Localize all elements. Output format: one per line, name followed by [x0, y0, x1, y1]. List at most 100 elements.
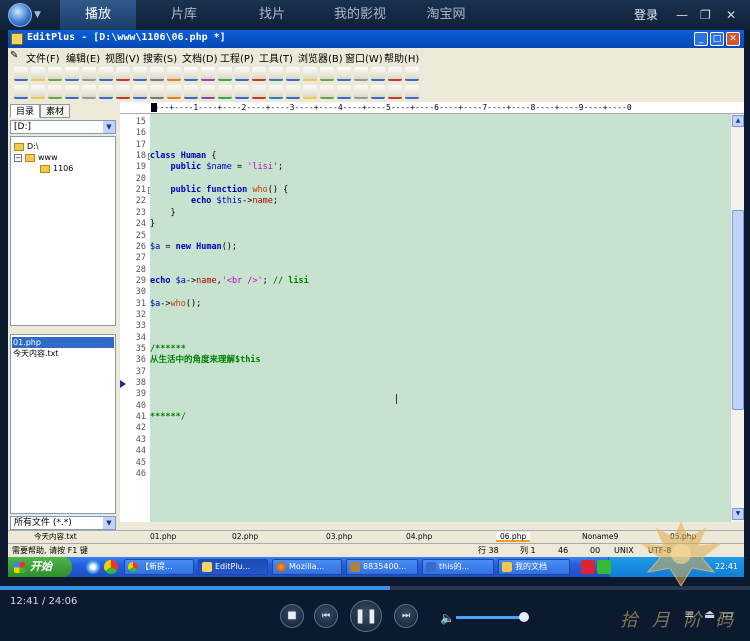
close-button[interactable]: ✕	[726, 32, 740, 46]
tab-library[interactable]: 片库	[146, 0, 222, 30]
toolbar-tool-icon[interactable]	[337, 67, 351, 81]
menu-window[interactable]: 窗口(W)	[345, 50, 383, 65]
vertical-scrollbar[interactable]: ▲ ▼	[730, 114, 744, 522]
html-tool-icon[interactable]	[235, 85, 249, 99]
html-tool-icon[interactable]	[371, 85, 385, 99]
html-tool-icon[interactable]	[269, 85, 283, 99]
tab-clips[interactable]: 素材	[40, 104, 70, 118]
login-link[interactable]: 登录	[634, 0, 658, 30]
toolbar-tool-icon[interactable]	[320, 67, 334, 81]
code-line[interactable]: class Human {	[150, 151, 217, 162]
tree-item-www[interactable]: − www	[14, 152, 58, 163]
tab-play[interactable]: 播放	[60, 0, 136, 30]
list-item[interactable]: 01.php	[12, 337, 114, 348]
toolbar-tool-icon[interactable]	[48, 67, 62, 81]
html-tool-icon[interactable]	[99, 85, 113, 99]
menu-tools[interactable]: 工具(T)	[259, 50, 293, 65]
code-line[interactable]: 从生活中的角度来理解$this	[150, 355, 261, 366]
toolbar-tool-icon[interactable]	[405, 67, 419, 81]
maximize-button[interactable]: □	[710, 32, 724, 46]
html-tool-icon[interactable]	[116, 85, 130, 99]
scroll-down-icon[interactable]: ▼	[732, 508, 744, 520]
html-tool-icon[interactable]	[201, 85, 215, 99]
code-line[interactable]: ******/	[150, 412, 186, 423]
document-tab[interactable]: 今天内容.txt	[34, 532, 77, 542]
html-tool-icon[interactable]	[218, 85, 232, 99]
code-line[interactable]: echo $a->name,'<br />'; // lisi	[150, 276, 309, 287]
toolbar-tool-icon[interactable]	[133, 67, 147, 81]
html-tool-icon[interactable]	[252, 85, 266, 99]
toolbar-tool-icon[interactable]	[99, 67, 113, 81]
ie-icon[interactable]	[86, 560, 100, 574]
code-line[interactable]: $a->who();	[150, 299, 201, 310]
drive-select[interactable]: [D:] ▼	[10, 120, 116, 134]
tray-app-icon[interactable]	[581, 560, 595, 574]
toolbar-tool-icon[interactable]	[235, 67, 249, 81]
menu-help[interactable]: 帮助(H)	[384, 50, 419, 65]
pause-button[interactable]: ❚❚	[350, 600, 382, 632]
html-tool-icon[interactable]	[48, 85, 62, 99]
volume-slider-knob[interactable]	[519, 612, 530, 622]
html-tool-icon[interactable]	[303, 85, 317, 99]
player-logo-icon[interactable]	[8, 3, 32, 27]
document-tab[interactable]: 06.php	[496, 532, 531, 542]
toolbar-tool-icon[interactable]	[286, 67, 300, 81]
menu-view[interactable]: 视图(V)	[105, 50, 140, 65]
minimize-button[interactable]: _	[694, 32, 708, 46]
html-tool-icon[interactable]	[150, 85, 164, 99]
menu-edit[interactable]: 编辑(E)	[66, 50, 100, 65]
stop-button[interactable]: ■	[280, 604, 304, 628]
playback-progress[interactable]	[0, 586, 750, 590]
chevron-down-icon[interactable]: ▼	[103, 121, 115, 133]
html-tool-icon[interactable]	[167, 85, 181, 99]
toolbar-tool-icon[interactable]	[218, 67, 232, 81]
taskbar-item-document[interactable]: this的...	[422, 559, 494, 575]
document-tab[interactable]: 04.php	[406, 532, 432, 542]
toolbar-tool-icon[interactable]	[388, 67, 402, 81]
html-tool-icon[interactable]	[337, 85, 351, 99]
code-line[interactable]: public $name = 'lisi';	[150, 162, 283, 173]
tree-item-1106[interactable]: 1106	[40, 163, 73, 174]
scroll-thumb[interactable]	[732, 210, 744, 410]
code-line[interactable]: }	[150, 219, 155, 230]
toolbar-tool-icon[interactable]	[184, 67, 198, 81]
toolbar-tool-icon[interactable]	[303, 67, 317, 81]
toolbar-tool-icon[interactable]	[201, 67, 215, 81]
next-button[interactable]: ⏭	[394, 604, 418, 628]
html-tool-icon[interactable]	[82, 85, 96, 99]
menu-document[interactable]: 文档(D)	[182, 50, 218, 65]
volume-slider[interactable]	[456, 612, 530, 622]
tab-my-videos[interactable]: 我的影视	[322, 0, 398, 30]
toolbar-tool-icon[interactable]	[354, 67, 368, 81]
html-tool-icon[interactable]	[388, 85, 402, 99]
menu-browser[interactable]: 浏览器(B)	[298, 50, 343, 65]
close-icon[interactable]: ✕	[726, 8, 736, 22]
html-tool-icon[interactable]	[184, 85, 198, 99]
tab-find[interactable]: 找片	[234, 0, 310, 30]
tab-directory[interactable]: 目录	[10, 104, 40, 118]
toolbar-tool-icon[interactable]	[252, 67, 266, 81]
code-line[interactable]: public function who() {	[150, 185, 288, 196]
menu-file[interactable]: 文件(F)	[26, 50, 60, 65]
toolbar-tool-icon[interactable]	[14, 67, 28, 81]
list-item[interactable]: 今天内容.txt	[12, 348, 114, 359]
document-tab[interactable]: 02.php	[232, 532, 258, 542]
restore-icon[interactable]: ❐	[700, 8, 711, 22]
chrome-icon[interactable]	[104, 560, 118, 574]
html-tool-icon[interactable]	[320, 85, 334, 99]
code-editor[interactable]: class Human { public $name = 'lisi'; pub…	[150, 114, 730, 522]
code-line[interactable]: }	[150, 208, 175, 219]
tray-app-icon[interactable]	[597, 560, 611, 574]
taskbar-item-archive[interactable]: 8835400...	[346, 559, 418, 575]
minimize-icon[interactable]: —	[676, 8, 688, 22]
toolbar-tool-icon[interactable]	[65, 67, 79, 81]
code-line[interactable]: /******	[150, 344, 186, 355]
code-line[interactable]: $a = new Human();	[150, 242, 237, 253]
collapse-icon[interactable]: −	[14, 153, 22, 162]
html-tool-icon[interactable]	[14, 85, 28, 99]
previous-button[interactable]: ⏮	[314, 604, 338, 628]
tab-taobao[interactable]: 淘宝网	[408, 0, 484, 30]
document-tab[interactable]: 01.php	[150, 532, 176, 542]
taskbar-item-my-documents[interactable]: 我的文档	[498, 559, 570, 575]
chevron-down-icon[interactable]: ▼	[34, 10, 41, 20]
